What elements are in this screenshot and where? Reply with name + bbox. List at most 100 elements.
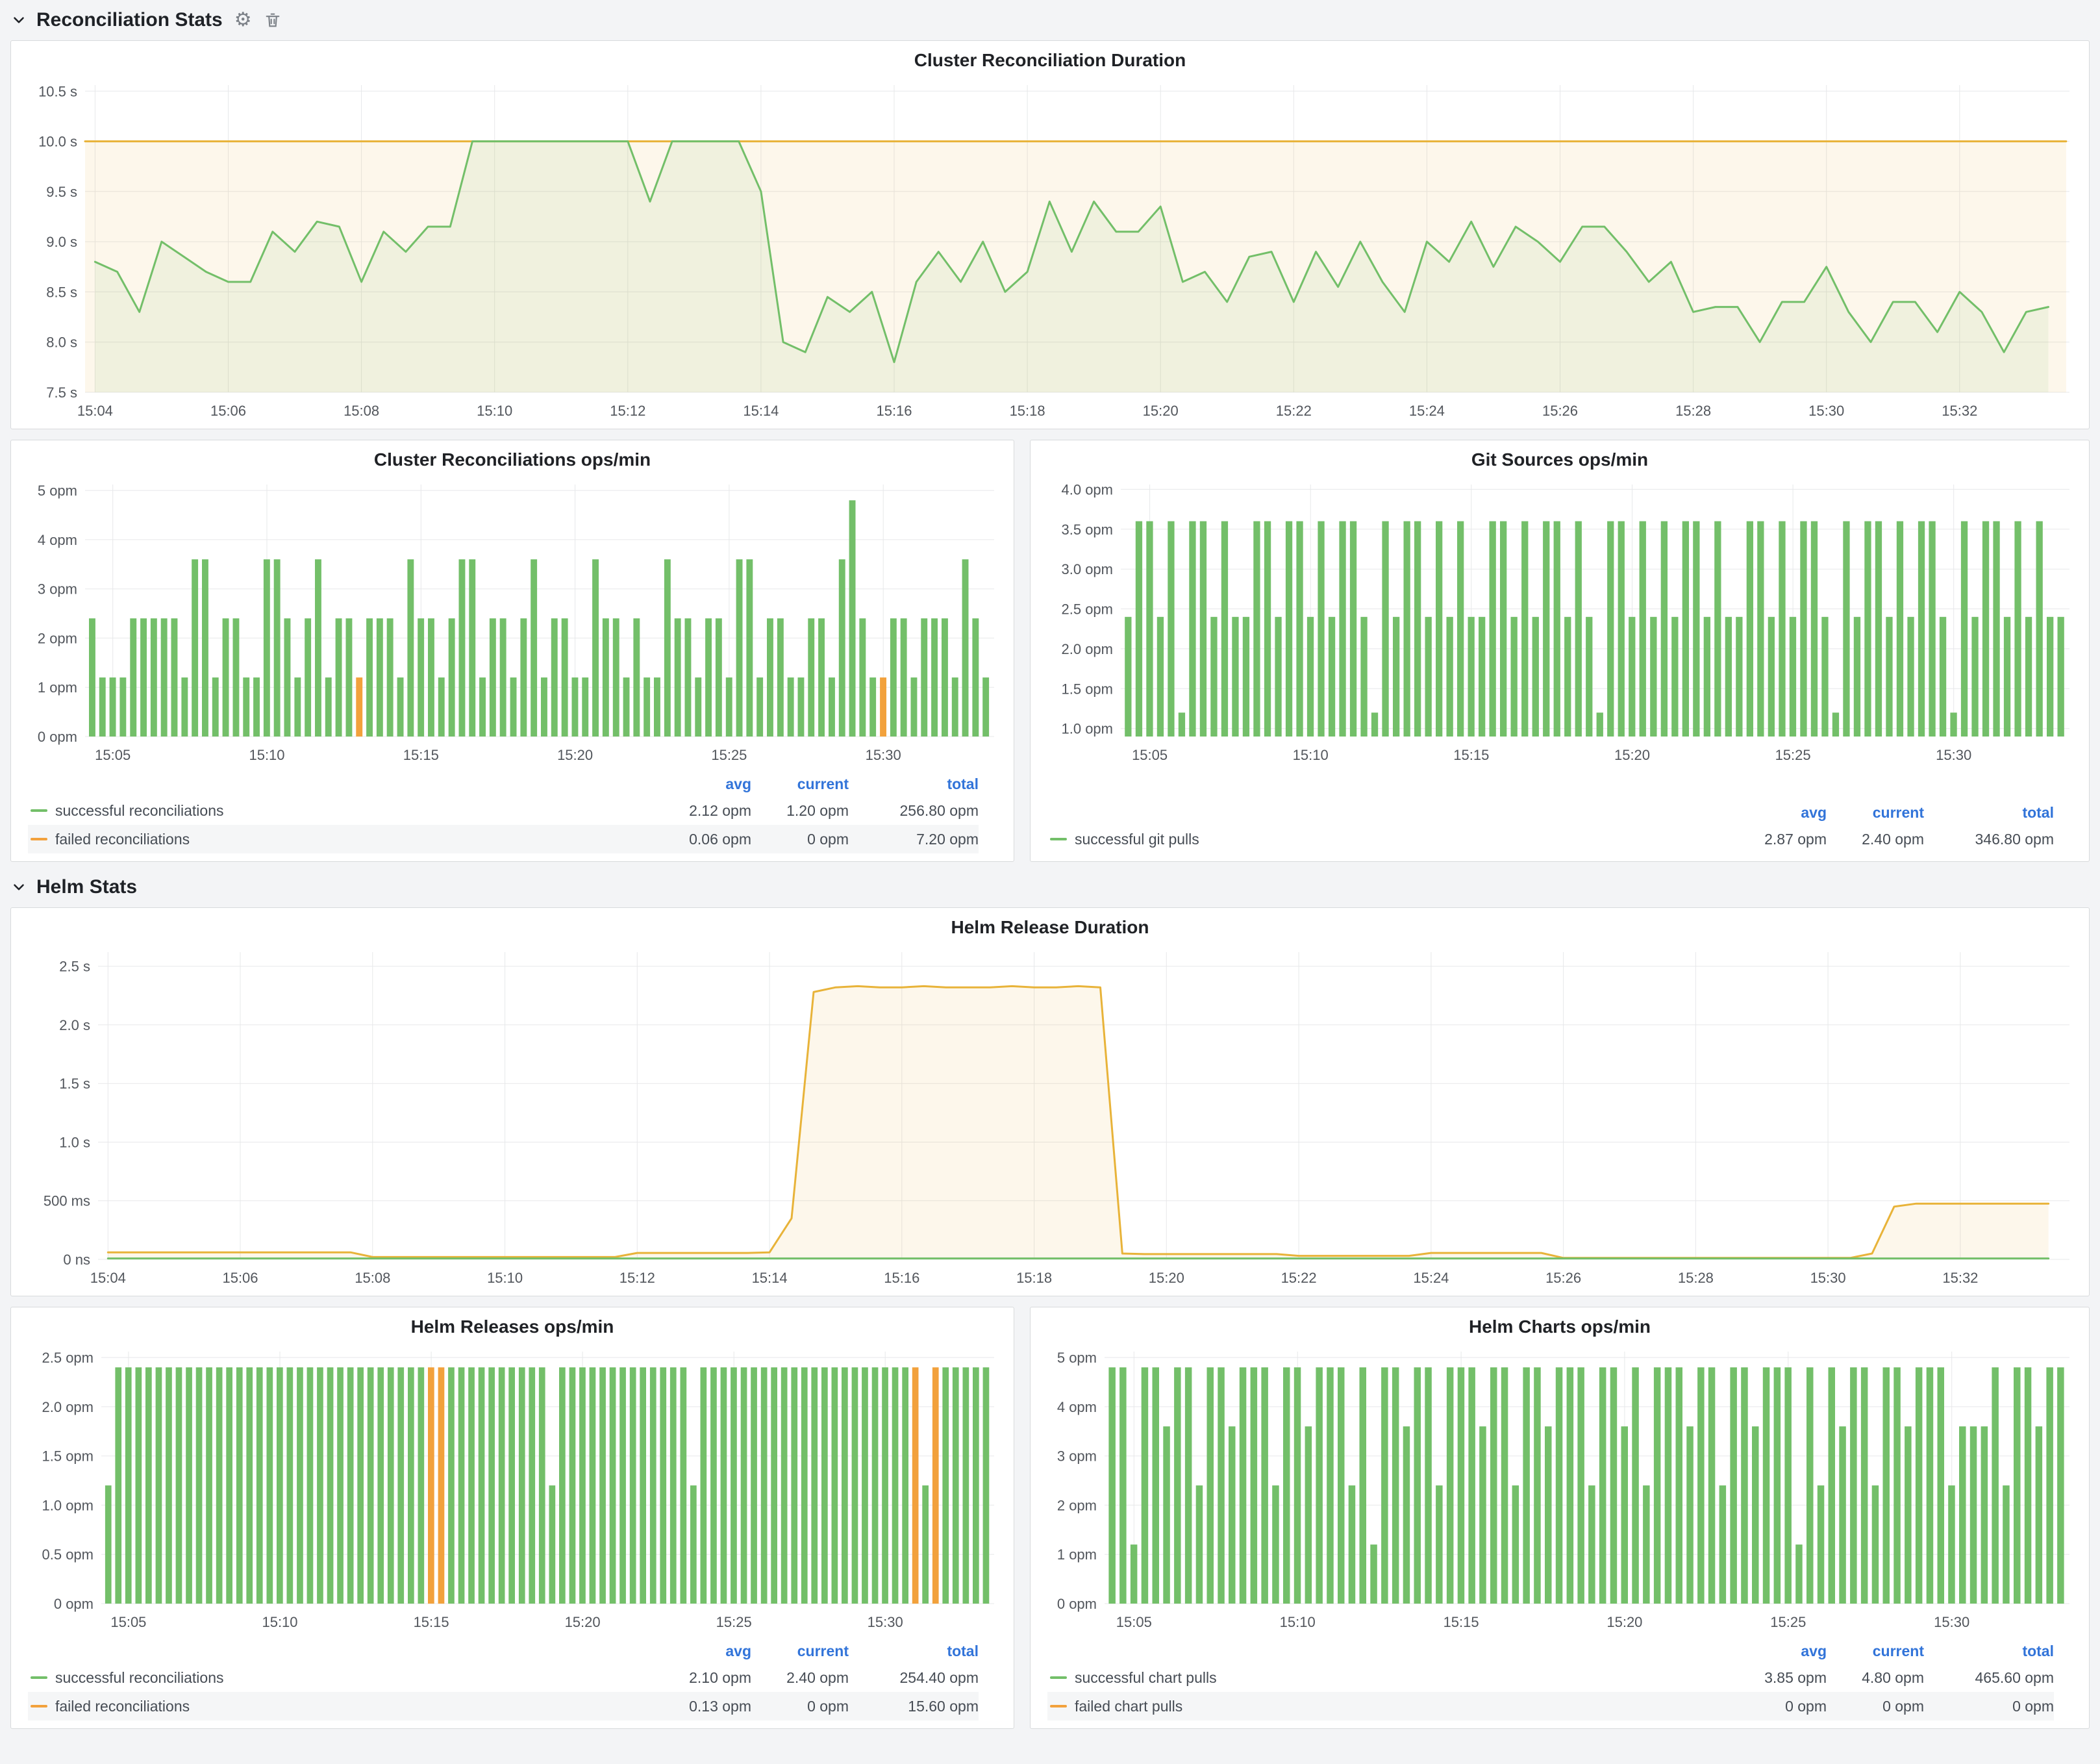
svg-text:4 opm: 4 opm <box>1057 1399 1097 1415</box>
panel-title[interactable]: Cluster Reconciliations ops/min <box>20 447 1005 475</box>
legend-col-total[interactable]: total <box>849 775 979 793</box>
legend-series-label[interactable]: failed chart pulls <box>1075 1698 1716 1715</box>
svg-text:15:20: 15:20 <box>565 1614 601 1630</box>
legend: avg current total successful chart pulls… <box>1040 1635 2080 1723</box>
legend-current-value: 1.20 opm <box>751 802 849 820</box>
legend-row: failed reconciliations 0.13 opm 0 opm 15… <box>28 1692 979 1720</box>
panel-cluster-reconciliation-duration: Cluster Reconciliation Duration 7.5 s8.0… <box>10 40 2090 429</box>
svg-text:10.5 s: 10.5 s <box>38 83 77 99</box>
legend-series-label[interactable]: successful reconciliations <box>55 802 641 820</box>
svg-text:15:28: 15:28 <box>1678 1270 1714 1286</box>
legend: avg current total successful reconciliat… <box>20 768 1005 856</box>
svg-text:15:16: 15:16 <box>884 1270 919 1286</box>
svg-text:15:18: 15:18 <box>1010 403 1045 419</box>
series-swatch-icon <box>31 809 47 812</box>
svg-text:15:06: 15:06 <box>210 403 246 419</box>
legend-avg-value: 3.85 opm <box>1716 1669 1827 1687</box>
cluster-reconciliation-duration-chart[interactable]: 7.5 s8.0 s8.5 s9.0 s9.5 s10.0 s10.5 s15:… <box>20 76 2080 423</box>
svg-text:15:26: 15:26 <box>1542 403 1578 419</box>
legend-current-value: 2.40 opm <box>751 1669 849 1687</box>
panel-title[interactable]: Cluster Reconciliation Duration <box>20 47 2080 76</box>
svg-text:15:05: 15:05 <box>1132 747 1168 763</box>
svg-text:15:06: 15:06 <box>222 1270 258 1286</box>
svg-text:15:25: 15:25 <box>716 1614 752 1630</box>
chevron-down-icon[interactable] <box>10 879 27 896</box>
svg-text:2.0 opm: 2.0 opm <box>42 1399 94 1415</box>
legend-col-total[interactable]: total <box>1924 1643 2054 1660</box>
helm-charts-ops-chart[interactable]: 0 opm1 opm2 opm3 opm4 opm5 opm15:0515:10… <box>1040 1342 2080 1635</box>
panel-title[interactable]: Helm Releases ops/min <box>20 1314 1005 1342</box>
legend-total-value: 465.60 opm <box>1924 1669 2054 1687</box>
svg-text:15:15: 15:15 <box>403 747 439 763</box>
legend-header: avg current total <box>28 772 979 796</box>
legend-series-label[interactable]: successful chart pulls <box>1075 1669 1716 1687</box>
svg-text:1.0 opm: 1.0 opm <box>1062 721 1114 737</box>
svg-text:15:14: 15:14 <box>752 1270 788 1286</box>
chevron-down-icon[interactable] <box>10 12 27 29</box>
svg-text:0 opm: 0 opm <box>54 1596 94 1612</box>
legend-current-value: 0 opm <box>751 831 849 848</box>
section-title[interactable]: Reconciliation Stats <box>36 9 223 31</box>
svg-text:15:30: 15:30 <box>1936 747 1971 763</box>
legend-avg-value: 2.12 opm <box>641 802 751 820</box>
svg-text:2.5 opm: 2.5 opm <box>42 1350 94 1366</box>
legend-col-avg[interactable]: avg <box>1716 804 1827 822</box>
svg-text:15:10: 15:10 <box>1293 747 1329 763</box>
legend-col-current[interactable]: current <box>751 775 849 793</box>
legend-header: avg current total <box>28 1639 979 1663</box>
legend-avg-value: 2.87 opm <box>1716 831 1827 848</box>
gear-icon[interactable]: ⚙ <box>234 10 252 30</box>
git-sources-ops-chart[interactable]: 1.0 opm1.5 opm2.0 opm2.5 opm3.0 opm3.5 o… <box>1040 475 2080 768</box>
row-reconciliation-ops: Cluster Reconciliations ops/min 0 opm1 o… <box>10 440 2090 862</box>
panel-title[interactable]: Helm Release Duration <box>20 914 2080 943</box>
svg-text:1.5 opm: 1.5 opm <box>42 1448 94 1465</box>
svg-text:2.0 opm: 2.0 opm <box>1062 641 1114 657</box>
legend-col-total[interactable]: total <box>1924 804 2054 822</box>
panel-title[interactable]: Helm Charts ops/min <box>1040 1314 2080 1342</box>
svg-text:1.5 opm: 1.5 opm <box>1062 681 1114 697</box>
legend-col-avg[interactable]: avg <box>641 1643 751 1660</box>
legend-col-total[interactable]: total <box>849 1643 979 1660</box>
legend-col-avg[interactable]: avg <box>1716 1643 1827 1660</box>
svg-text:15:28: 15:28 <box>1675 403 1711 419</box>
panel-title[interactable]: Git Sources ops/min <box>1040 447 2080 475</box>
svg-text:0.5 opm: 0.5 opm <box>42 1546 94 1563</box>
helm-release-duration-chart[interactable]: 0 ns500 ms1.0 s1.5 s2.0 s2.5 s15:0415:06… <box>20 943 2080 1291</box>
section-helm-stats: Helm Stats <box>10 872 2090 902</box>
legend-col-current[interactable]: current <box>1827 804 1924 822</box>
legend-series-label[interactable]: successful reconciliations <box>55 1669 641 1687</box>
svg-text:0 ns: 0 ns <box>63 1252 90 1268</box>
legend-row: successful reconciliations 2.10 opm 2.40… <box>28 1663 979 1692</box>
section-title[interactable]: Helm Stats <box>36 876 137 898</box>
svg-text:15:32: 15:32 <box>1942 403 1977 419</box>
svg-text:15:25: 15:25 <box>1770 1614 1806 1630</box>
svg-text:15:22: 15:22 <box>1276 403 1312 419</box>
legend-avg-value: 2.10 opm <box>641 1669 751 1687</box>
svg-text:15:26: 15:26 <box>1545 1270 1581 1286</box>
legend-header: avg current total <box>1047 800 2054 825</box>
svg-text:3.0 opm: 3.0 opm <box>1062 561 1114 577</box>
svg-text:15:05: 15:05 <box>95 747 131 763</box>
svg-text:15:20: 15:20 <box>1143 403 1179 419</box>
svg-text:2 opm: 2 opm <box>38 630 77 646</box>
legend-total-value: 256.80 opm <box>849 802 979 820</box>
legend-col-current[interactable]: current <box>1827 1643 1924 1660</box>
legend-col-avg[interactable]: avg <box>641 775 751 793</box>
svg-text:15:04: 15:04 <box>90 1270 126 1286</box>
svg-text:15:20: 15:20 <box>1606 1614 1642 1630</box>
legend-series-label[interactable]: failed reconciliations <box>55 1698 641 1715</box>
svg-text:4 opm: 4 opm <box>38 532 77 548</box>
legend-header: avg current total <box>1047 1639 2054 1663</box>
helm-releases-ops-chart[interactable]: 0 opm0.5 opm1.0 opm1.5 opm2.0 opm2.5 opm… <box>20 1342 1005 1635</box>
legend-col-current[interactable]: current <box>751 1643 849 1660</box>
svg-text:8.5 s: 8.5 s <box>46 284 77 300</box>
legend-series-label[interactable]: successful git pulls <box>1075 831 1716 848</box>
svg-text:3 opm: 3 opm <box>38 581 77 598</box>
svg-text:15:30: 15:30 <box>1808 403 1844 419</box>
series-swatch-icon <box>31 838 47 840</box>
legend-series-label[interactable]: failed reconciliations <box>55 831 641 848</box>
series-swatch-icon <box>1050 838 1067 840</box>
svg-text:15:18: 15:18 <box>1016 1270 1052 1286</box>
cluster-reconciliations-ops-chart[interactable]: 0 opm1 opm2 opm3 opm4 opm5 opm15:0515:10… <box>20 475 1005 768</box>
trash-icon[interactable] <box>264 11 282 29</box>
